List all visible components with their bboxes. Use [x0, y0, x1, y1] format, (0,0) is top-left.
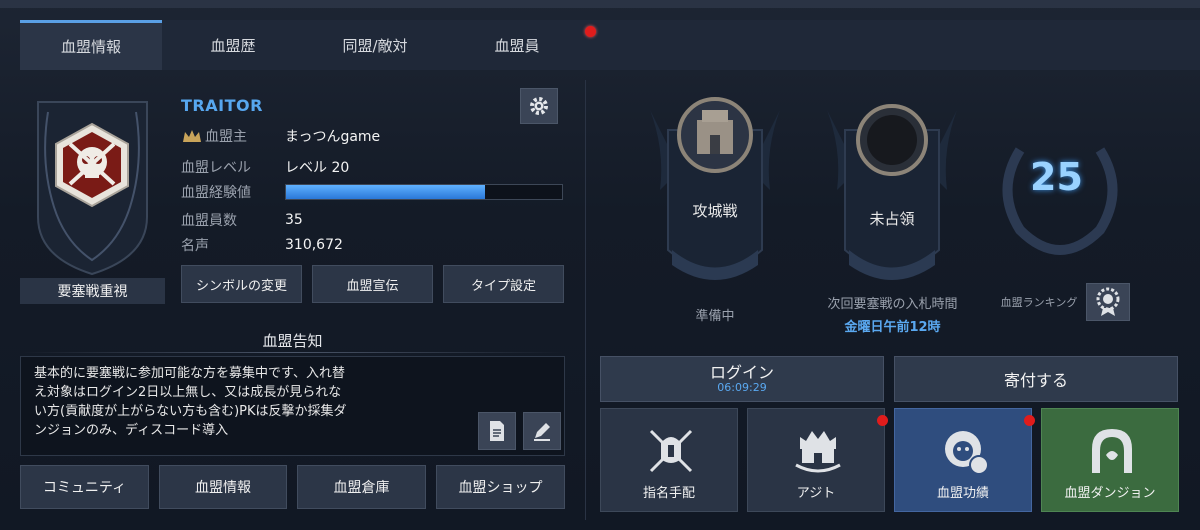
clan-exp-row: 血盟経験値	[181, 181, 285, 203]
clan-rank: 25	[1030, 155, 1083, 199]
notice-title: 血盟告知	[262, 332, 323, 350]
panel-divider	[585, 80, 586, 520]
notification-dot	[1024, 415, 1035, 426]
achievement-tile[interactable]: 血盟功績	[894, 408, 1035, 512]
clan-emblem	[20, 92, 165, 277]
clan-info-button[interactable]: 血盟情報	[159, 465, 287, 509]
lion-icon	[945, 431, 989, 475]
type-setting-button[interactable]: タイプ設定	[443, 265, 564, 303]
clan-members-row: 血盟員数 35	[181, 209, 303, 231]
wanted-tile[interactable]: 指名手配	[600, 408, 738, 512]
notification-dot	[877, 415, 888, 426]
medal-icon	[1096, 287, 1120, 316]
hideout-label: アジト	[796, 486, 836, 501]
siege-label: 攻城戦	[692, 202, 738, 220]
exp-progress-bar	[285, 184, 563, 200]
members-label: 血盟員数	[181, 213, 237, 229]
notice-history-button[interactable]	[478, 412, 516, 450]
fortress-badge[interactable]	[827, 90, 957, 290]
exp-label: 血盟経験値	[181, 185, 251, 201]
settings-button[interactable]	[520, 88, 558, 124]
dungeon-tile[interactable]: 血盟ダンジョン	[1041, 408, 1179, 512]
clan-leader-row: 血盟主 まっつんgame	[181, 125, 380, 147]
leader-label: 血盟主	[205, 129, 247, 145]
fame-value: 310,672	[285, 237, 343, 253]
tab-label: 血盟情報	[60, 38, 121, 56]
clan-name: TRAITOR	[181, 96, 263, 115]
members-value: 35	[285, 212, 303, 228]
crossed-swords-helmet-icon	[649, 429, 693, 473]
notification-dot	[585, 26, 596, 37]
gear-icon	[530, 97, 548, 115]
tab-alliance-hostile[interactable]: 同盟/敵対	[304, 20, 446, 70]
hideout-tile[interactable]: アジト	[747, 408, 888, 512]
login-timer: 06:09:29	[717, 381, 767, 394]
pencil-icon	[534, 423, 550, 441]
clan-shop-button[interactable]: 血盟ショップ	[436, 465, 565, 509]
clan-type-label: 要塞戦重視	[20, 278, 165, 304]
achievement-label: 血盟功績	[936, 486, 989, 501]
clan-promote-button[interactable]: 血盟宣伝	[312, 265, 433, 303]
siege-status: 準備中	[695, 309, 735, 324]
tab-clan-members[interactable]: 血盟員	[446, 20, 596, 70]
ranking-label: 血盟ランキング	[1000, 296, 1078, 309]
tab-label: 同盟/敵対	[342, 36, 408, 55]
change-symbol-button[interactable]: シンボルの変更	[181, 265, 302, 303]
next-bid-label: 次回要塞戦の入札時間	[827, 297, 958, 312]
tab-clan-history[interactable]: 血盟歴	[162, 20, 304, 70]
level-label: 血盟レベル	[181, 160, 251, 176]
clan-level-row: 血盟レベル レベル 20	[181, 156, 349, 178]
login-label: ログイン	[709, 363, 774, 382]
community-button[interactable]: コミュニティ	[20, 465, 149, 509]
login-button[interactable]: ログイン 06:09:29	[600, 356, 884, 402]
wanted-label: 指名手配	[642, 486, 695, 501]
dungeon-gate-icon	[1092, 429, 1132, 473]
tab-bar: 血盟情報 血盟歴 同盟/敵対 血盟員	[20, 20, 1200, 70]
ranking-button[interactable]	[1086, 283, 1130, 321]
exp-progress-fill	[286, 185, 485, 199]
castle-icon	[795, 431, 841, 473]
clan-fame-row: 名声 310,672	[181, 234, 343, 256]
tab-clan-info[interactable]: 血盟情報	[20, 20, 162, 70]
clan-warehouse-button[interactable]: 血盟倉庫	[297, 465, 426, 509]
notice-edit-button[interactable]	[523, 412, 561, 450]
level-value: レベル 20	[285, 160, 350, 176]
fortress-label: 未占領	[869, 210, 915, 228]
next-bid-time: 金曜日午前12時	[844, 320, 941, 335]
crown-icon	[183, 130, 201, 142]
document-icon	[490, 421, 504, 441]
siege-badge[interactable]	[650, 90, 780, 290]
fame-label: 名声	[181, 238, 209, 254]
top-bar	[0, 0, 1200, 8]
tab-label: 血盟員	[494, 36, 540, 55]
dungeon-label: 血盟ダンジョン	[1064, 486, 1156, 501]
notice-divider	[20, 352, 565, 353]
tab-label: 血盟歴	[210, 36, 256, 55]
notice-text: 基本的に要塞戦に参加可能な方を募集中です、入れ替 え対象はログイン2日以上無し、…	[34, 366, 347, 438]
leader-name: まっつんgame	[285, 129, 381, 145]
donate-button[interactable]: 寄付する	[894, 356, 1178, 402]
